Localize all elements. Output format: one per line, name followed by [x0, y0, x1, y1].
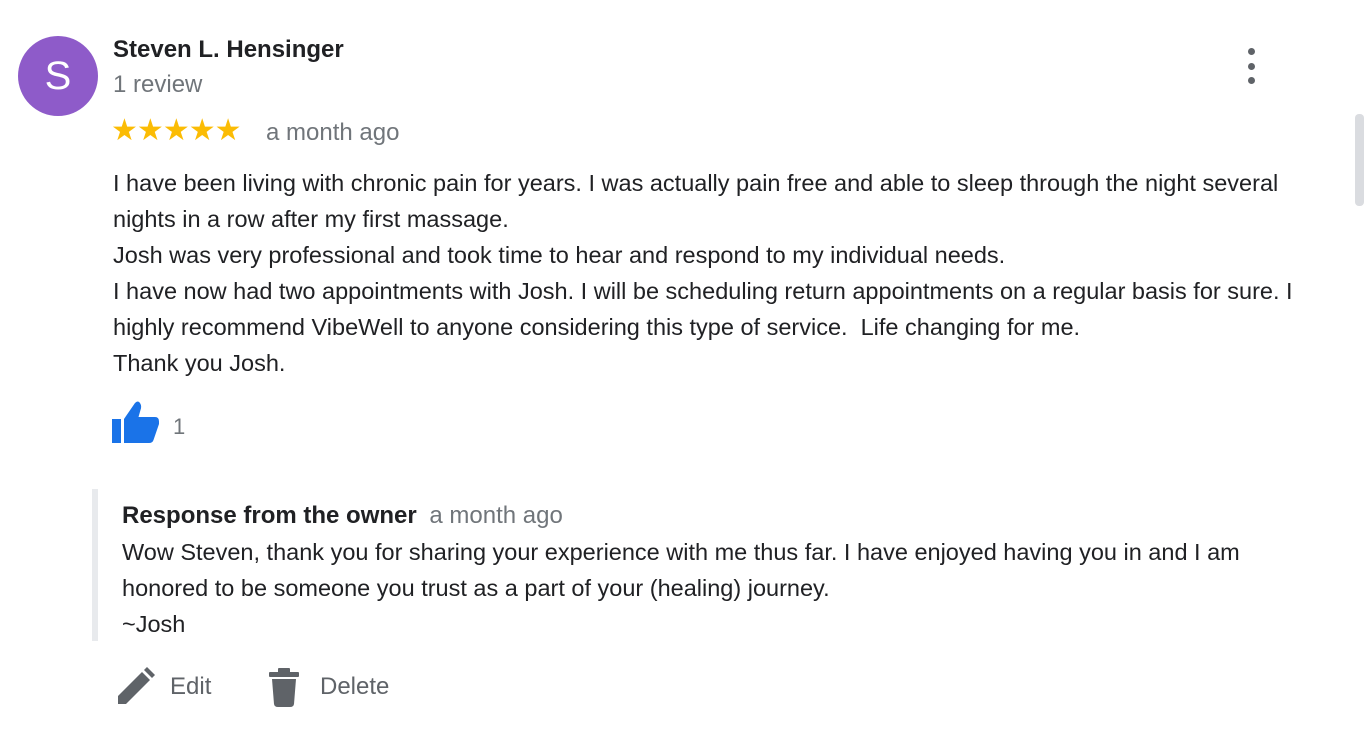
pencil-icon: [118, 667, 155, 704]
like-count: 1: [173, 414, 186, 439]
thumbs-up-icon: [112, 401, 159, 443]
response-paragraph: Wow Steven, thank you for sharing your e…: [122, 539, 1240, 601]
review-paragraph: I have been living with chronic pain for…: [113, 170, 1285, 232]
star-icon: ★: [111, 114, 138, 147]
response-title: Response from the owner: [122, 502, 417, 529]
response-paragraph: ~Josh: [122, 611, 186, 637]
avatar[interactable]: S: [18, 36, 98, 116]
star-icon: ★: [162, 114, 190, 147]
delete-button[interactable]: Delete: [266, 664, 389, 710]
more-options-button[interactable]: [1236, 44, 1266, 88]
response-text: Wow Steven, thank you for sharing your e…: [122, 534, 1312, 642]
review-paragraph: Thank you Josh.: [113, 350, 286, 376]
review-date: a month ago: [266, 119, 400, 146]
review-count[interactable]: 1 review: [113, 71, 202, 99]
scrollbar[interactable]: [1355, 114, 1364, 206]
star-icon: ★: [136, 114, 164, 147]
review-paragraph: I have now had two appointments with Jos…: [113, 278, 1300, 340]
trash-icon: [269, 668, 299, 707]
response-date: a month ago: [429, 502, 563, 529]
edit-button[interactable]: Edit: [114, 664, 211, 710]
avatar-letter: S: [44, 53, 72, 98]
reviewer-name[interactable]: Steven L. Hensinger: [113, 36, 344, 64]
owner-response: Response from the owner a month ago Wow …: [92, 489, 1322, 641]
star-icon: ★: [214, 114, 242, 147]
review-paragraph: Josh was very professional and took time…: [113, 242, 1006, 268]
response-header: Response from the owner a month ago: [122, 502, 563, 530]
like-button[interactable]: [111, 400, 161, 444]
delete-label: Delete: [320, 673, 390, 700]
review-text: I have been living with chronic pain for…: [113, 165, 1323, 381]
edit-label: Edit: [170, 673, 212, 700]
star-rating: ★ ★ ★ ★ ★: [111, 114, 242, 147]
more-vert-icon: [1247, 48, 1255, 55]
star-icon: ★: [188, 114, 216, 147]
